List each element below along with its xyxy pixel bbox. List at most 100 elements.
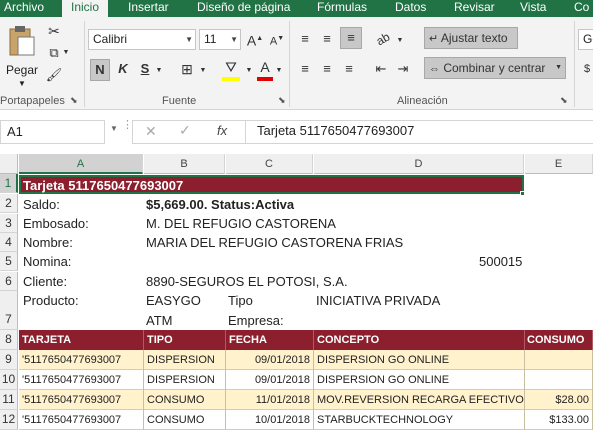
align-top-icon[interactable]: ≡: [296, 29, 314, 49]
column-header-c[interactable]: C: [226, 154, 313, 174]
cell-tipo[interactable]: DISPERSION: [144, 370, 226, 390]
chevron-down-icon[interactable]: ▼: [244, 61, 254, 81]
chevron-down-icon[interactable]: ▼: [274, 61, 284, 81]
cell-fecha[interactable]: 09/01/2018: [226, 370, 314, 390]
grow-font-button[interactable]: A▲: [246, 29, 264, 51]
underline-button[interactable]: S: [136, 59, 154, 79]
align-center-icon[interactable]: ≡: [318, 59, 336, 79]
cell-consumo[interactable]: [525, 370, 593, 390]
chevron-down-icon[interactable]: ▼: [396, 31, 404, 51]
row-header-4[interactable]: 4: [0, 233, 18, 252]
insert-function-button[interactable]: fx: [217, 123, 227, 138]
alignment-launcher-icon[interactable]: ⬊: [560, 95, 568, 106]
spreadsheet-grid[interactable]: A B C D E 1 2 3 4 5 6 7 8 9 10 11 12 Tar…: [0, 154, 593, 431]
cell-concepto[interactable]: STARBUCKTECHNOLOGY: [314, 410, 525, 430]
cell-tipo[interactable]: DISPERSION: [144, 350, 226, 370]
table-header-tarjeta[interactable]: TARJETA: [19, 330, 144, 350]
format-painter-icon[interactable]: 🖌: [44, 65, 64, 85]
tab-inicio[interactable]: Inicio: [62, 0, 109, 17]
table-row[interactable]: '5117650477693007 CONSUMO 10/01/2018 STA…: [19, 410, 593, 430]
italic-button[interactable]: K: [114, 59, 132, 79]
currency-icon[interactable]: $: [580, 59, 593, 79]
row-header-3[interactable]: 3: [0, 214, 18, 233]
select-all-corner[interactable]: [0, 154, 18, 174]
fill-color-icon[interactable]: ⛛: [220, 57, 242, 81]
table-header-concepto[interactable]: CONCEPTO: [314, 330, 525, 350]
table-header-consumo[interactable]: CONSUMO: [525, 330, 593, 350]
row-header-11[interactable]: 11: [0, 390, 18, 410]
wrap-text-button[interactable]: ↵ Ajustar texto: [424, 27, 518, 49]
font-name-select[interactable]: Calibri ▼: [88, 29, 196, 50]
table-row[interactable]: '5117650477693007 DISPERSION 09/01/2018 …: [19, 350, 593, 370]
row-header-8[interactable]: 8: [0, 330, 18, 350]
cell-tipo[interactable]: CONSUMO: [144, 390, 226, 410]
chevron-down-icon[interactable]: ▼: [198, 61, 208, 81]
cell-consumo[interactable]: $133.00: [525, 410, 593, 430]
tab-archivo[interactable]: Archivo: [4, 0, 44, 17]
cell-tarjeta[interactable]: '5117650477693007: [19, 390, 144, 410]
borders-icon[interactable]: ⊞: [176, 59, 198, 79]
cell-tipo[interactable]: CONSUMO: [144, 410, 226, 430]
cell-concepto[interactable]: DISPERSION GO ONLINE: [314, 350, 525, 370]
decrease-indent-icon[interactable]: ⇤: [372, 59, 390, 79]
row-header-5[interactable]: 5: [0, 252, 18, 271]
row-header-1[interactable]: 1: [0, 174, 18, 193]
cell-tarjeta[interactable]: '5117650477693007: [19, 370, 144, 390]
font-size-select[interactable]: 11 ▼: [199, 29, 241, 50]
align-left-icon[interactable]: ≡: [296, 59, 314, 79]
cell-fecha[interactable]: 10/01/2018: [226, 410, 314, 430]
table-row[interactable]: '5117650477693007 DISPERSION 09/01/2018 …: [19, 370, 593, 390]
clipboard-launcher-icon[interactable]: ⬊: [70, 95, 78, 106]
column-header-b[interactable]: B: [144, 154, 225, 174]
column-header-d[interactable]: D: [314, 154, 524, 174]
shrink-font-button[interactable]: A▼: [268, 29, 286, 52]
align-middle-icon[interactable]: ≡: [318, 29, 336, 49]
cancel-icon[interactable]: ✕: [145, 123, 157, 140]
tab-formulas[interactable]: Fórmulas: [317, 0, 367, 17]
copy-icon[interactable]: ⧉: [44, 43, 64, 63]
tab-vista[interactable]: Vista: [520, 0, 546, 17]
table-header-fecha[interactable]: FECHA: [226, 330, 314, 350]
merge-center-button[interactable]: ⇔ Combinar y centrar ▼: [424, 57, 566, 79]
chevron-down-icon[interactable]: ▼: [62, 43, 70, 63]
align-right-icon[interactable]: ≡: [340, 59, 358, 79]
row-header-9[interactable]: 9: [0, 350, 18, 370]
formula-input[interactable]: Tarjeta 5117650477693007: [257, 123, 414, 138]
bold-button[interactable]: N: [90, 59, 110, 81]
tab-insertar[interactable]: Insertar: [128, 0, 169, 17]
orientation-icon[interactable]: ab: [368, 25, 397, 53]
cell-fecha[interactable]: 09/01/2018: [226, 350, 314, 370]
cell-tarjeta[interactable]: '5117650477693007: [19, 350, 144, 370]
fill-handle[interactable]: [520, 191, 525, 196]
row-header-7[interactable]: 7: [0, 291, 18, 330]
number-format-select[interactable]: Ge: [578, 29, 593, 50]
font-color-button[interactable]: A: [256, 57, 274, 81]
row-header-2[interactable]: 2: [0, 194, 18, 213]
tab-more[interactable]: Co: [574, 0, 589, 17]
chevron-down-icon[interactable]: ▼: [110, 124, 118, 133]
chevron-down-icon[interactable]: ▼: [154, 61, 164, 81]
row-header-6[interactable]: 6: [0, 272, 18, 291]
table-row[interactable]: '5117650477693007 CONSUMO 11/01/2018 MOV…: [19, 390, 593, 410]
cell-consumo[interactable]: [525, 350, 593, 370]
tab-diseno-pagina[interactable]: Diseño de página: [197, 0, 290, 17]
align-bottom-icon[interactable]: ≡: [340, 27, 362, 49]
cell-consumo[interactable]: $28.00: [525, 390, 593, 410]
enter-icon[interactable]: ✓: [179, 122, 191, 139]
tab-revisar[interactable]: Revisar: [454, 0, 495, 17]
cell-fecha[interactable]: 11/01/2018: [226, 390, 314, 410]
font-launcher-icon[interactable]: ⬊: [278, 95, 286, 106]
name-box[interactable]: A1: [0, 120, 105, 144]
cut-icon[interactable]: ✂: [44, 21, 64, 41]
cell-tarjeta[interactable]: '5117650477693007: [19, 410, 144, 430]
column-header-e[interactable]: E: [525, 154, 593, 174]
cell-concepto[interactable]: MOV.REVERSION RECARGA EFECTIVO: [314, 390, 525, 410]
table-header-tipo[interactable]: TIPO: [144, 330, 226, 350]
increase-indent-icon[interactable]: ⇥: [394, 59, 412, 79]
cell-concepto[interactable]: DISPERSION GO ONLINE: [314, 370, 525, 390]
tab-datos[interactable]: Datos: [395, 0, 426, 17]
column-header-a[interactable]: A: [19, 154, 143, 174]
row-header-10[interactable]: 10: [0, 370, 18, 390]
row-header-12[interactable]: 12: [0, 410, 18, 430]
paste-button[interactable]: Pegar ▼: [4, 23, 40, 88]
